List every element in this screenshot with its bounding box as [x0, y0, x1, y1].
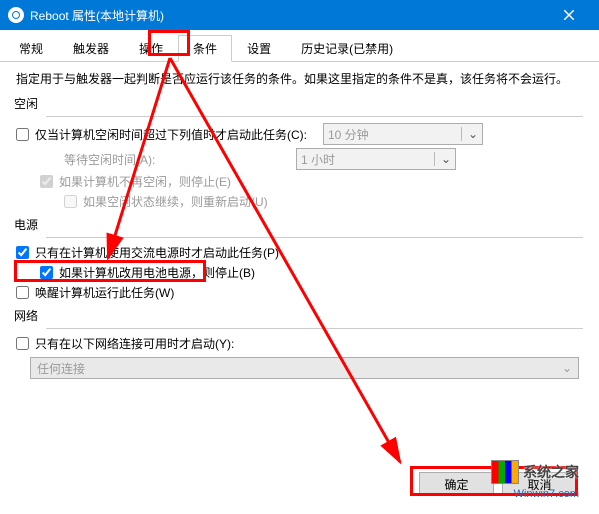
label-start-on-idle: 仅当计算机空闲时间超过下列值时才启动此任务(C): [35, 126, 307, 143]
tab-history[interactable]: 历史记录(已禁用) [286, 35, 408, 62]
clock-icon [8, 7, 24, 23]
content-pane: 指定用于与触发器一起判断是否应运行该任务的条件。如果这里指定的条件不是真，该任务… [0, 62, 599, 390]
label-restart-on-idle: 如果空闲状态继续，则重新启动(U) [83, 193, 268, 210]
description-text: 指定用于与触发器一起判断是否应运行该任务的条件。如果这里指定的条件不是真，该任务… [16, 70, 583, 87]
checkbox-stop-on-battery[interactable] [40, 266, 53, 279]
tab-actions[interactable]: 操作 [124, 35, 178, 62]
close-button[interactable] [546, 0, 591, 30]
checkbox-ac-only[interactable] [16, 246, 29, 259]
checkbox-only-if-network[interactable] [16, 337, 29, 350]
tab-bar: 常规 触发器 操作 条件 设置 历史记录(已禁用) [0, 30, 599, 62]
close-icon [564, 10, 574, 20]
watermark-brand: 系统之家 [523, 462, 579, 482]
checkbox-wake-to-run[interactable] [16, 286, 29, 299]
tab-triggers[interactable]: 触发器 [58, 35, 124, 62]
label-stop-on-battery: 如果计算机改用电池电源，则停止(B) [59, 264, 255, 281]
watermark-url: Winwin7.com [514, 488, 579, 500]
select-wait-duration-value: 1 小时 [301, 151, 335, 168]
checkbox-stop-if-not-idle [40, 175, 53, 188]
tab-conditions[interactable]: 条件 [178, 35, 232, 62]
chevron-down-icon: ⌄ [461, 127, 478, 141]
watermark: 系统之家 [491, 460, 579, 484]
section-network-label: 网络 [14, 307, 583, 324]
checkbox-start-on-idle[interactable] [16, 128, 29, 141]
select-network-connection[interactable]: 任何连接 ⌄ [30, 357, 579, 379]
section-idle-label: 空闲 [14, 95, 583, 112]
select-idle-duration[interactable]: 10 分钟 ⌄ [323, 123, 483, 145]
tab-general[interactable]: 常规 [4, 35, 58, 62]
chevron-down-icon: ⌄ [562, 361, 572, 375]
window-title: Reboot 属性(本地计算机) [30, 7, 164, 24]
select-wait-duration[interactable]: 1 小时 ⌄ [296, 148, 456, 170]
select-network-connection-value: 任何连接 [37, 360, 85, 377]
chevron-down-icon: ⌄ [434, 152, 451, 166]
label-wake-to-run: 唤醒计算机运行此任务(W) [35, 284, 174, 301]
watermark-logo-icon [491, 460, 519, 484]
label-wait-idle: 等待空闲时间(A): [64, 151, 224, 168]
tab-settings[interactable]: 设置 [232, 35, 286, 62]
section-power-label: 电源 [14, 216, 583, 233]
select-idle-duration-value: 10 分钟 [328, 126, 369, 143]
ok-button[interactable]: 确定 [419, 472, 494, 496]
label-stop-if-not-idle: 如果计算机不再空闲，则停止(E) [59, 173, 231, 190]
checkbox-restart-on-idle [64, 195, 77, 208]
label-ac-only: 只有在计算机使用交流电源时才启动此任务(P) [35, 244, 279, 261]
title-bar: Reboot 属性(本地计算机) [0, 0, 599, 30]
label-only-if-network: 只有在以下网络连接可用时才启动(Y): [35, 335, 234, 352]
